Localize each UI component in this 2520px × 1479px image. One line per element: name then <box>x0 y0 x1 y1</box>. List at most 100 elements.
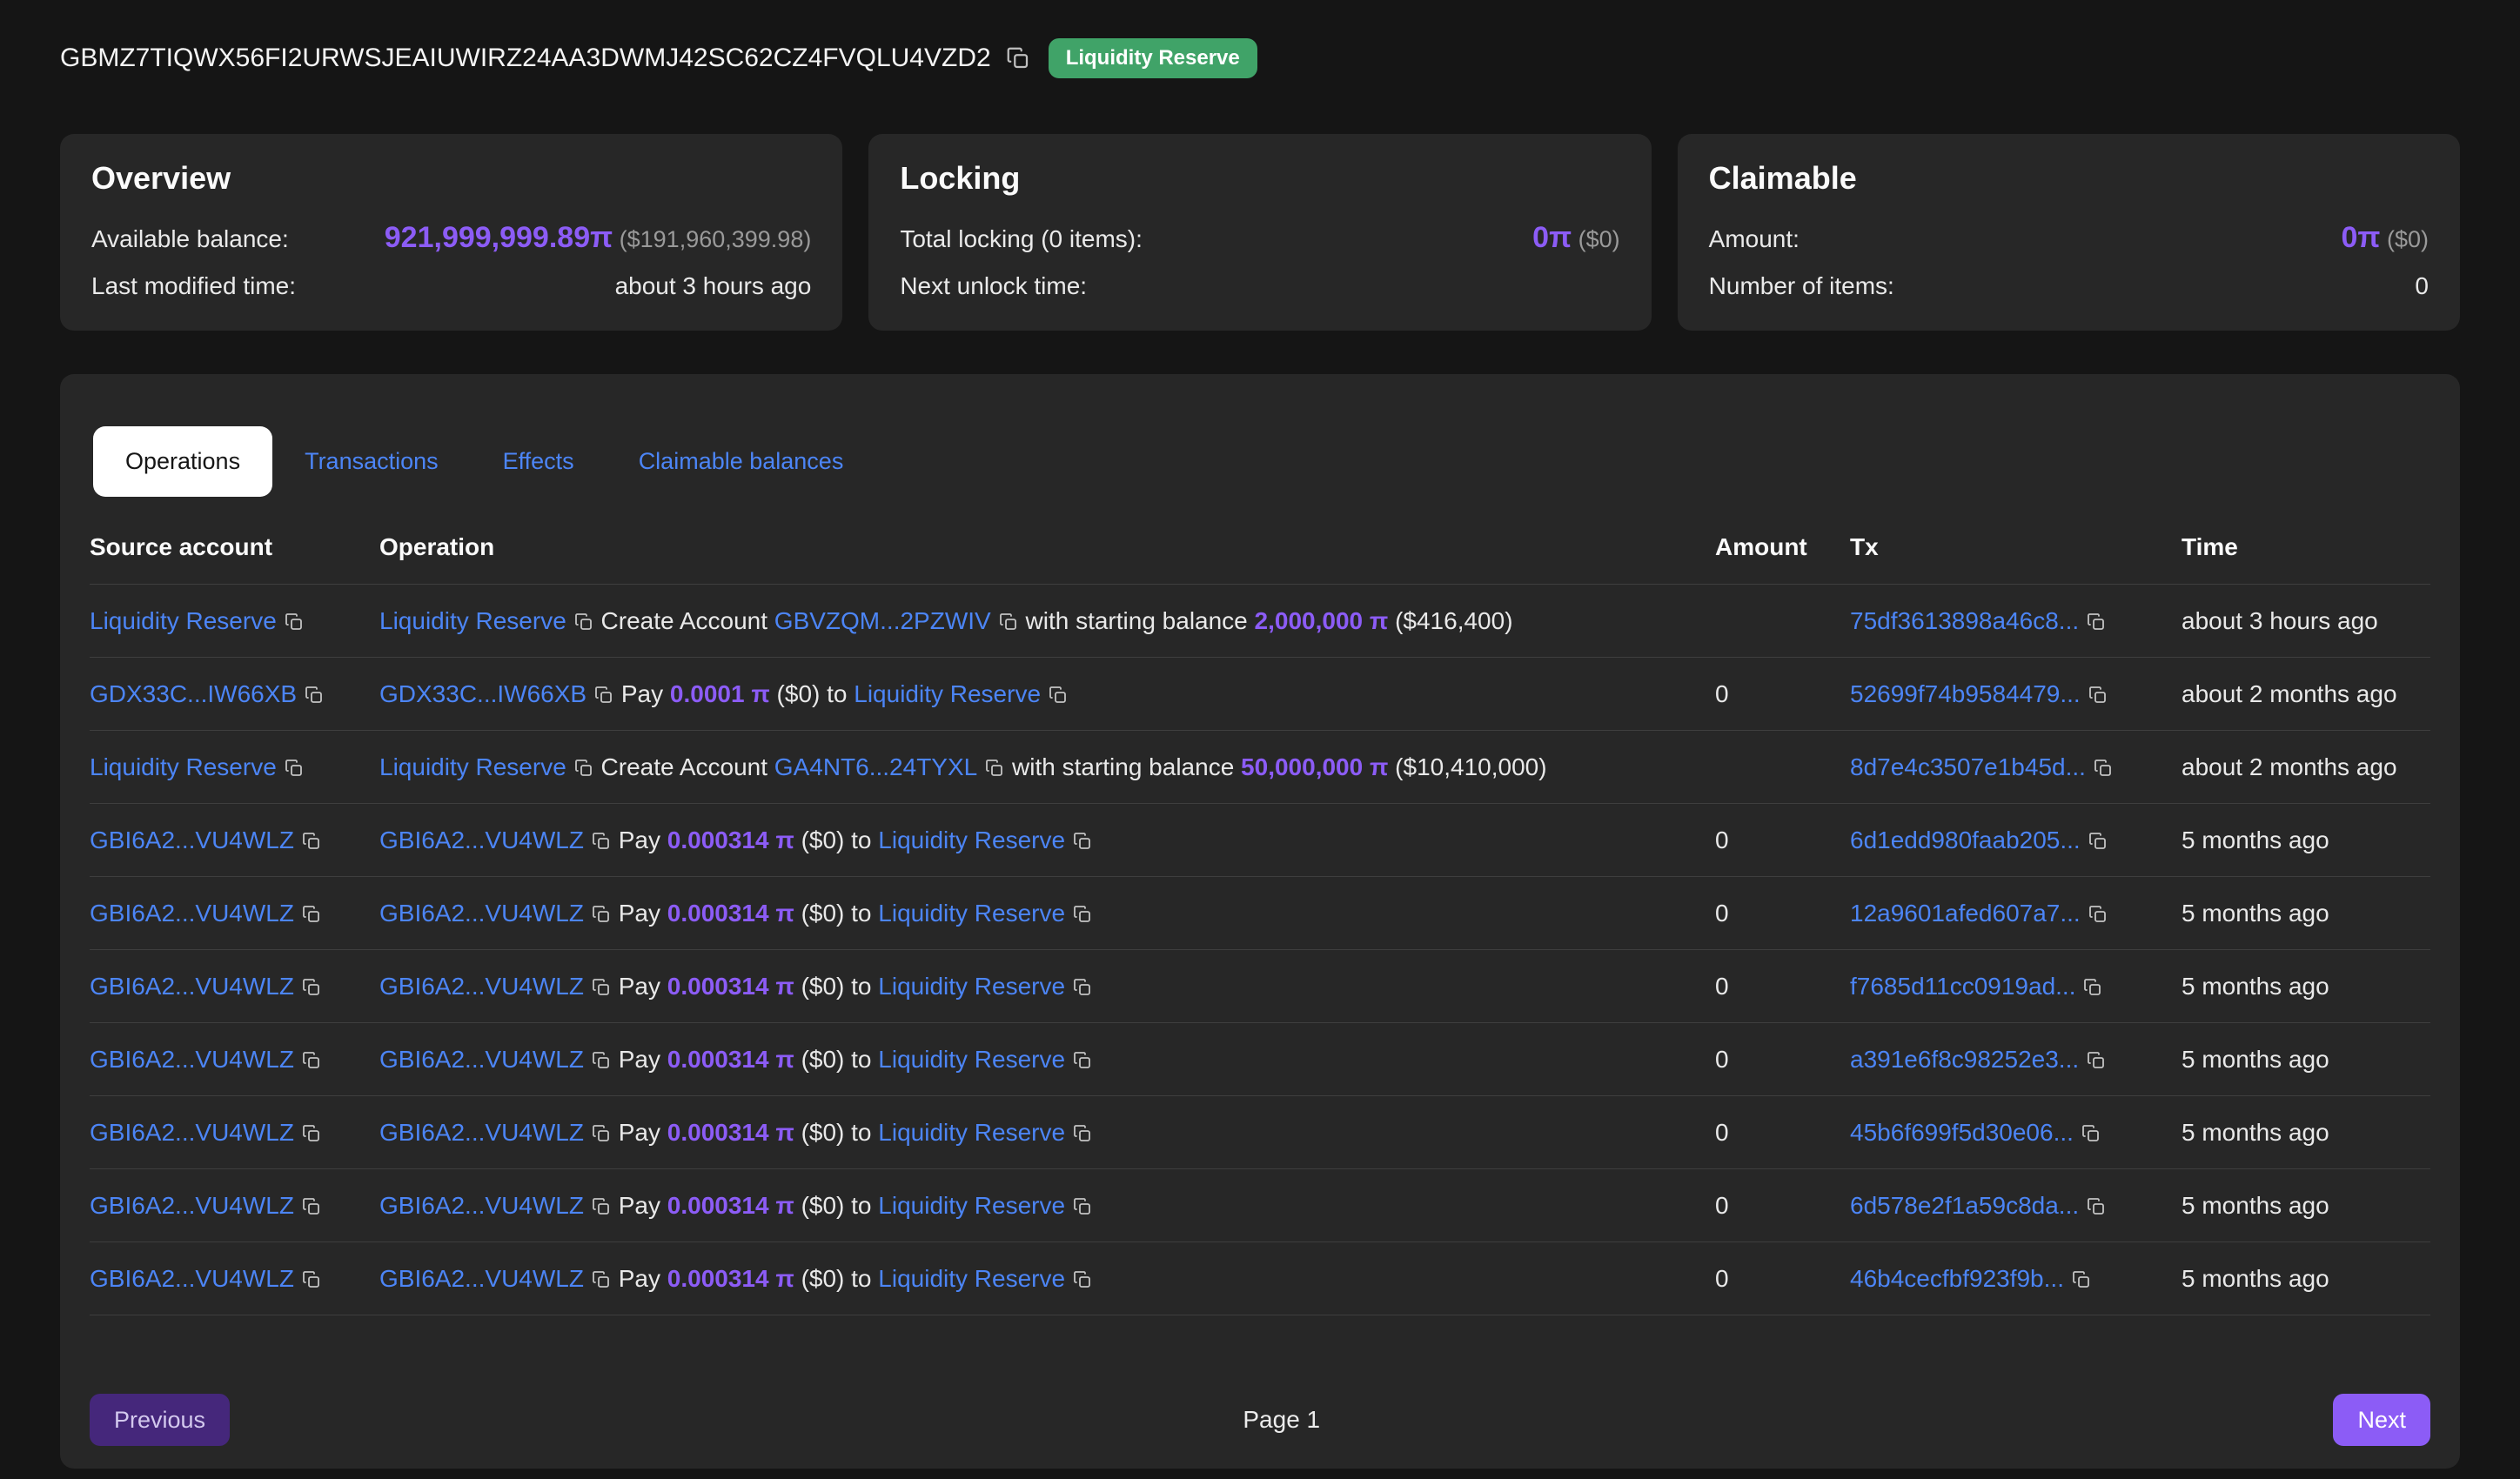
copy-icon[interactable] <box>593 685 614 706</box>
source-account-link[interactable]: GBI6A2...VU4WLZ <box>90 900 294 927</box>
copy-icon[interactable] <box>591 1196 612 1217</box>
operation-account-link[interactable]: Liquidity Reserve <box>379 753 566 780</box>
tab-transactions[interactable]: Transactions <box>272 426 471 497</box>
copy-icon[interactable] <box>301 831 322 852</box>
copy-icon[interactable] <box>284 612 305 632</box>
operation-account-link[interactable]: GBI6A2...VU4WLZ <box>379 1119 584 1146</box>
tx-link[interactable]: 52699f74b9584479... <box>1850 680 2081 707</box>
operation-account-link[interactable]: Liquidity Reserve <box>878 1046 1065 1073</box>
tx-link[interactable]: a391e6f8c98252e3... <box>1850 1046 2079 1073</box>
copy-icon[interactable] <box>301 1050 322 1071</box>
operation-account-link[interactable]: Liquidity Reserve <box>379 607 566 634</box>
copy-icon[interactable] <box>1072 831 1093 852</box>
copy-icon[interactable] <box>984 758 1005 779</box>
tx-link[interactable]: 12a9601afed607a7... <box>1850 900 2081 927</box>
operation-account-link[interactable]: Liquidity Reserve <box>878 826 1065 853</box>
copy-icon[interactable] <box>2071 1269 2092 1290</box>
tx-link[interactable]: 6d578e2f1a59c8da... <box>1850 1192 2079 1219</box>
source-account-link[interactable]: GBI6A2...VU4WLZ <box>90 1046 294 1073</box>
copy-icon[interactable] <box>2086 612 2107 632</box>
copy-icon[interactable] <box>591 904 612 925</box>
operation-account-link[interactable]: GBI6A2...VU4WLZ <box>379 1192 584 1219</box>
copy-icon[interactable] <box>301 1196 322 1217</box>
operation-cell: Liquidity Reserve Create Account GA4NT6.… <box>379 731 1715 804</box>
copy-icon[interactable] <box>1072 1123 1093 1144</box>
tx-cell: a391e6f8c98252e3... <box>1850 1023 2182 1096</box>
copy-icon[interactable] <box>591 1050 612 1071</box>
source-account-link[interactable]: GBI6A2...VU4WLZ <box>90 1192 294 1219</box>
copy-icon[interactable] <box>2086 1196 2107 1217</box>
pi-amount: 0.000314 π <box>667 1192 794 1219</box>
tx-link[interactable]: 8d7e4c3507e1b45d... <box>1850 753 2086 780</box>
amount-cell: 0 <box>1715 1169 1850 1242</box>
operation-account-link[interactable]: GDX33C...IW66XB <box>379 680 586 707</box>
table-row: GBI6A2...VU4WLZ GBI6A2...VU4WLZ Pay 0.00… <box>90 1023 2430 1096</box>
copy-icon[interactable] <box>998 612 1019 632</box>
pi-amount: 0.000314 π <box>667 1265 794 1292</box>
copy-icon[interactable] <box>1072 904 1093 925</box>
copy-icon[interactable] <box>573 612 594 632</box>
source-account-link[interactable]: GBI6A2...VU4WLZ <box>90 1119 294 1146</box>
operation-account-link[interactable]: GBI6A2...VU4WLZ <box>379 1046 584 1073</box>
operation-account-link[interactable]: Liquidity Reserve <box>878 973 1065 1000</box>
operation-account-link[interactable]: GA4NT6...24TYXL <box>774 753 977 780</box>
tx-link[interactable]: 75df3613898a46c8... <box>1850 607 2079 634</box>
copy-icon[interactable] <box>2086 1050 2107 1071</box>
tx-link[interactable]: 45b6f699f5d30e06... <box>1850 1119 2074 1146</box>
tx-link[interactable]: 6d1edd980faab205... <box>1850 826 2081 853</box>
tx-link[interactable]: f7685d11cc0919ad... <box>1850 973 2075 1000</box>
copy-icon[interactable] <box>2081 1123 2101 1144</box>
operation-account-link[interactable]: GBI6A2...VU4WLZ <box>379 973 584 1000</box>
operation-account-link[interactable]: Liquidity Reserve <box>854 680 1041 707</box>
copy-icon[interactable] <box>591 977 612 998</box>
copy-icon[interactable] <box>1048 685 1069 706</box>
copy-icon[interactable] <box>301 904 322 925</box>
tab-operations[interactable]: Operations <box>93 426 272 497</box>
next-page-button[interactable]: Next <box>2333 1394 2430 1446</box>
copy-icon[interactable] <box>1072 1050 1093 1071</box>
tx-link[interactable]: 46b4cecfbf923f9b... <box>1850 1265 2064 1292</box>
source-account-link[interactable]: Liquidity Reserve <box>90 607 277 634</box>
source-account-link[interactable]: GBI6A2...VU4WLZ <box>90 1265 294 1292</box>
tab-effects[interactable]: Effects <box>471 426 607 497</box>
copy-icon[interactable] <box>2088 685 2108 706</box>
copy-icon[interactable] <box>284 758 305 779</box>
operation-account-link[interactable]: GBI6A2...VU4WLZ <box>379 826 584 853</box>
operation-account-link[interactable]: GBVZQM...2PZWIV <box>774 607 991 634</box>
claimable-items-value: 0 <box>2415 272 2429 300</box>
copy-icon[interactable] <box>1072 1269 1093 1290</box>
operation-account-link[interactable]: Liquidity Reserve <box>878 900 1065 927</box>
locking-card: Locking Total locking (0 items): 0π ($0)… <box>868 134 1651 331</box>
copy-icon[interactable] <box>304 685 325 706</box>
operation-account-link[interactable]: GBI6A2...VU4WLZ <box>379 1265 584 1292</box>
operation-account-link[interactable]: GBI6A2...VU4WLZ <box>379 900 584 927</box>
copy-icon[interactable] <box>1072 1196 1093 1217</box>
copy-icon[interactable] <box>2082 977 2103 998</box>
previous-page-button[interactable]: Previous <box>90 1394 230 1446</box>
copy-icon[interactable] <box>2088 904 2108 925</box>
copy-address-icon[interactable] <box>1005 45 1031 71</box>
copy-icon[interactable] <box>301 1269 322 1290</box>
available-balance-usd: ($191,960,399.98) <box>613 226 811 252</box>
copy-icon[interactable] <box>591 1269 612 1290</box>
operation-account-link[interactable]: Liquidity Reserve <box>878 1119 1065 1146</box>
copy-icon[interactable] <box>1072 977 1093 998</box>
last-modified-value: about 3 hours ago <box>615 272 812 300</box>
operation-account-link[interactable]: Liquidity Reserve <box>878 1265 1065 1292</box>
source-account-link[interactable]: GBI6A2...VU4WLZ <box>90 973 294 1000</box>
copy-icon[interactable] <box>301 977 322 998</box>
copy-icon[interactable] <box>301 1123 322 1144</box>
copy-icon[interactable] <box>2093 758 2114 779</box>
operation-account-link[interactable]: Liquidity Reserve <box>878 1192 1065 1219</box>
source-account-cell: GDX33C...IW66XB <box>90 658 379 731</box>
amount-cell <box>1715 585 1850 658</box>
tx-cell: 6d578e2f1a59c8da... <box>1850 1169 2182 1242</box>
source-account-link[interactable]: GBI6A2...VU4WLZ <box>90 826 294 853</box>
copy-icon[interactable] <box>591 831 612 852</box>
copy-icon[interactable] <box>591 1123 612 1144</box>
source-account-link[interactable]: Liquidity Reserve <box>90 753 277 780</box>
copy-icon[interactable] <box>573 758 594 779</box>
source-account-link[interactable]: GDX33C...IW66XB <box>90 680 297 707</box>
tab-claimable-balances[interactable]: Claimable balances <box>607 426 876 497</box>
copy-icon[interactable] <box>2088 831 2108 852</box>
